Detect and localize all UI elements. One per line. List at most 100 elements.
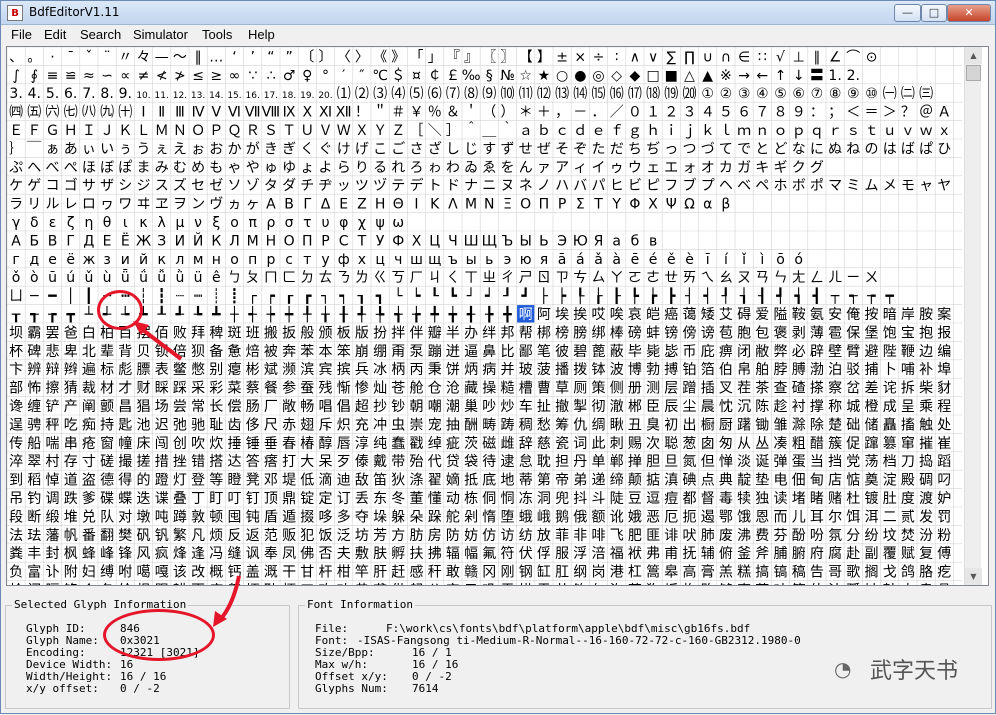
glyph-cell[interactable]: Ψ [666,197,677,213]
glyph-cell[interactable]: ⑽ [501,86,515,102]
glyph-cell[interactable]: 蒂 [519,473,533,489]
glyph-cell[interactable]: 铬 [64,583,78,585]
glyph-cell[interactable]: 忱 [719,399,733,415]
glyph-cell[interactable]: Ё [121,231,130,249]
glyph-cell[interactable]: 菲 [555,528,569,544]
glyph-cell[interactable]: 碘 [683,473,697,489]
glyph-cell[interactable]: ⒇ [683,86,697,102]
glyph-cell[interactable]: 告 [810,565,824,581]
glyph-cell[interactable]: 匪 [646,528,660,544]
glyph-cell[interactable]: 篡 [883,435,897,452]
glyph-cell[interactable]: 蜂 [82,546,96,562]
glyph-cell[interactable]: ㈥ [46,105,60,121]
glyph-cell[interactable]: 弓 [464,583,478,585]
glyph-cell[interactable]: 潮 [446,399,460,415]
glyph-cell[interactable]: ┺ [193,305,203,323]
glyph-cell[interactable]: 柴 [919,381,933,397]
glyph-cell[interactable]: 疮 [82,436,96,452]
glyph-cell[interactable]: 凳 [246,473,260,489]
glyph-cell[interactable]: 颁 [319,325,333,341]
glyph-cell[interactable]: 版 [355,325,369,341]
glyph-cell[interactable]: Ｎ [173,123,187,139]
glyph-cell[interactable]: 编 [937,344,951,360]
glyph-cell[interactable]: ★ [538,68,551,84]
glyph-cell[interactable]: 抖 [573,491,587,507]
glyph-cell[interactable]: 兜 [555,491,569,507]
glyph-cell[interactable]: ㄋ [337,270,351,286]
glyph-cell[interactable]: 苞 [719,324,733,341]
glyph-cell[interactable]: 干 [282,565,296,581]
glyph-cell[interactable]: 飞 [610,528,624,544]
glyph-cell[interactable]: 弊 [774,344,788,360]
glyph-cell[interactable]: 驰 [191,417,205,433]
glyph-cell[interactable]: 畅 [300,399,314,415]
glyph-cell[interactable]: ゐ [464,160,478,176]
glyph-cell[interactable]: 颠 [628,473,642,489]
glyph-cell[interactable]: 佰 [155,325,169,341]
glyph-cell[interactable]: ⌒ [846,49,860,65]
glyph-cell[interactable]: ㈧ [82,105,96,121]
glyph-cell[interactable]: 岔 [846,381,860,397]
glyph-cell[interactable]: Ⅳ [192,105,205,121]
glyph-cell[interactable]: 孤 [846,583,860,585]
glyph-cell[interactable]: Ι [414,197,418,213]
glyph-cell[interactable]: 】 [537,49,551,65]
glyph-cell[interactable]: Α [266,197,276,213]
glyph-cell[interactable]: 怖 [27,380,41,397]
glyph-cell[interactable]: 堆 [64,509,78,525]
glyph-cell[interactable]: 悲 [46,343,60,360]
glyph-cell[interactable]: 笨 [337,344,351,360]
glyph-cell[interactable]: χ [358,215,366,231]
glyph-cell[interactable]: シ [118,178,132,194]
glyph-cell[interactable]: с [285,252,293,268]
glyph-cell[interactable]: 碉 [919,473,933,489]
glyph-cell[interactable]: セ [191,178,205,194]
glyph-cell[interactable]: 拆 [901,381,915,397]
glyph-cell[interactable]: つ [683,141,697,157]
glyph-cell[interactable]: 〃 [118,49,132,65]
glyph-cell[interactable]: ｇ [628,123,642,139]
glyph-cell[interactable]: 囱 [701,436,715,452]
glyph-cell[interactable]: ± [556,49,568,65]
glyph-cell[interactable]: 逮 [501,454,515,470]
glyph-cell[interactable]: 躬 [410,583,424,585]
glyph-cell[interactable]: 斗 [592,491,606,507]
glyph-cell[interactable]: 滁 [792,417,806,433]
glyph-cell[interactable]: ／ [610,105,624,121]
glyph-cell[interactable]: 篙 [646,565,660,581]
glyph-cell[interactable]: 丢 [355,491,369,507]
glyph-cell[interactable]: ￥ [410,105,424,121]
glyph-cell[interactable]: Ｕ [300,123,314,139]
glyph-cell[interactable]: л [175,252,184,268]
glyph-cell[interactable]: み [155,160,169,176]
glyph-cell[interactable]: 封 [46,546,60,562]
glyph-cell[interactable]: ε [49,215,57,231]
glyph-cell[interactable]: テ [391,178,405,194]
glyph-cell[interactable]: 狄 [391,473,405,489]
glyph-cell[interactable]: 谤 [701,324,715,341]
glyph-cell[interactable]: ∨ [648,49,658,65]
glyph-cell[interactable]: ж [83,252,96,268]
glyph-cell[interactable]: 滇 [664,473,678,489]
glyph-cell[interactable]: Ｍ [155,123,169,139]
glyph-cell[interactable]: 藩 [46,528,60,544]
glyph-cell[interactable]: 贝 [137,344,151,360]
glyph-cell[interactable]: 瞅 [610,417,624,433]
glyph-cell[interactable]: ╄ [375,305,385,323]
glyph-cell[interactable]: 丛 [755,436,769,452]
glyph-cell[interactable]: 挡 [828,454,842,470]
glyph-cell[interactable]: 衬 [792,399,806,415]
glyph-cell[interactable]: ㄒ [464,270,478,286]
glyph-cell[interactable]: 妇 [82,564,96,581]
glyph-cell[interactable]: 负 [9,565,23,581]
glyph-cell[interactable]: 厕 [573,381,587,397]
glyph-cell[interactable]: ú [66,270,75,286]
glyph-cell[interactable]: φ [339,215,348,231]
glyph-cell[interactable]: 迭 [137,491,151,507]
glyph-cell[interactable]: 肺 [701,528,715,544]
glyph-cell[interactable]: 舶 [755,362,769,378]
glyph-cell[interactable]: Э [557,233,567,249]
glyph-cell[interactable]: а [612,233,621,249]
glyph-cell[interactable]: ｕ [883,123,897,139]
glyph-cell[interactable]: ˉ [67,49,74,65]
